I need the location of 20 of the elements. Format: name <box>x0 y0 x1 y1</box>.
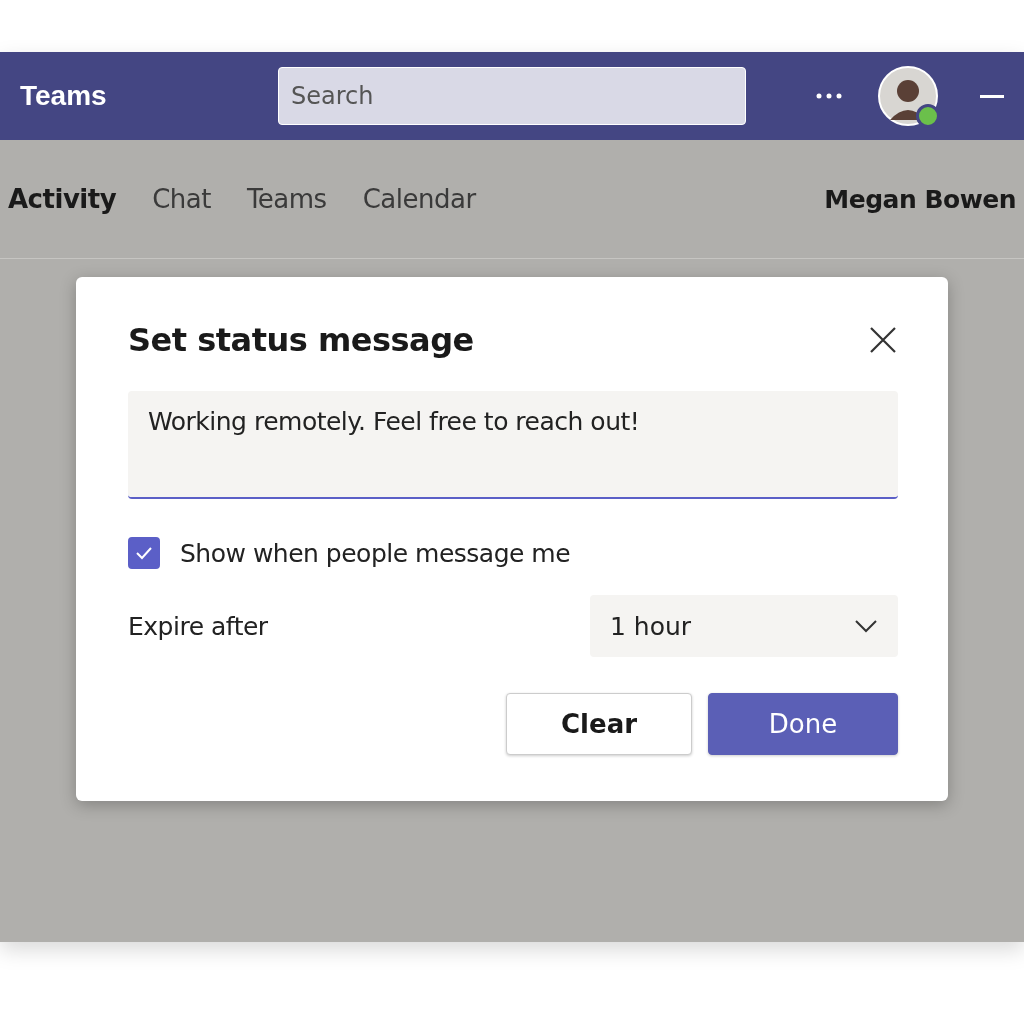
minimize-icon[interactable] <box>980 94 1004 98</box>
nav-tab[interactable]: Activity <box>8 184 117 214</box>
checkbox-label: Show when people message me <box>180 538 571 568</box>
status-message-field[interactable]: Working remotely. Feel free to reach out! <box>128 391 898 499</box>
nav-tab[interactable]: Teams <box>246 184 327 214</box>
checkbox[interactable] <box>128 537 160 569</box>
clear-button[interactable]: Clear <box>506 693 692 755</box>
search-field[interactable]: Search <box>278 67 746 125</box>
done-button[interactable]: Done <box>708 693 898 755</box>
nav-tab[interactable]: Calendar <box>362 184 476 214</box>
close-button[interactable] <box>868 325 898 355</box>
expire-dropdown[interactable]: 1 hour <box>590 595 898 657</box>
more-icon[interactable] <box>816 93 842 99</box>
checkmark-icon <box>135 546 153 560</box>
chevron-down-icon <box>854 619 878 633</box>
dialog-title: Set status message <box>128 321 474 359</box>
user-name: Megan Bowen <box>824 184 1016 214</box>
nav-tab[interactable]: Chat <box>152 184 211 214</box>
expire-label: Expire after <box>128 611 268 641</box>
app-name: Teams <box>20 80 108 112</box>
